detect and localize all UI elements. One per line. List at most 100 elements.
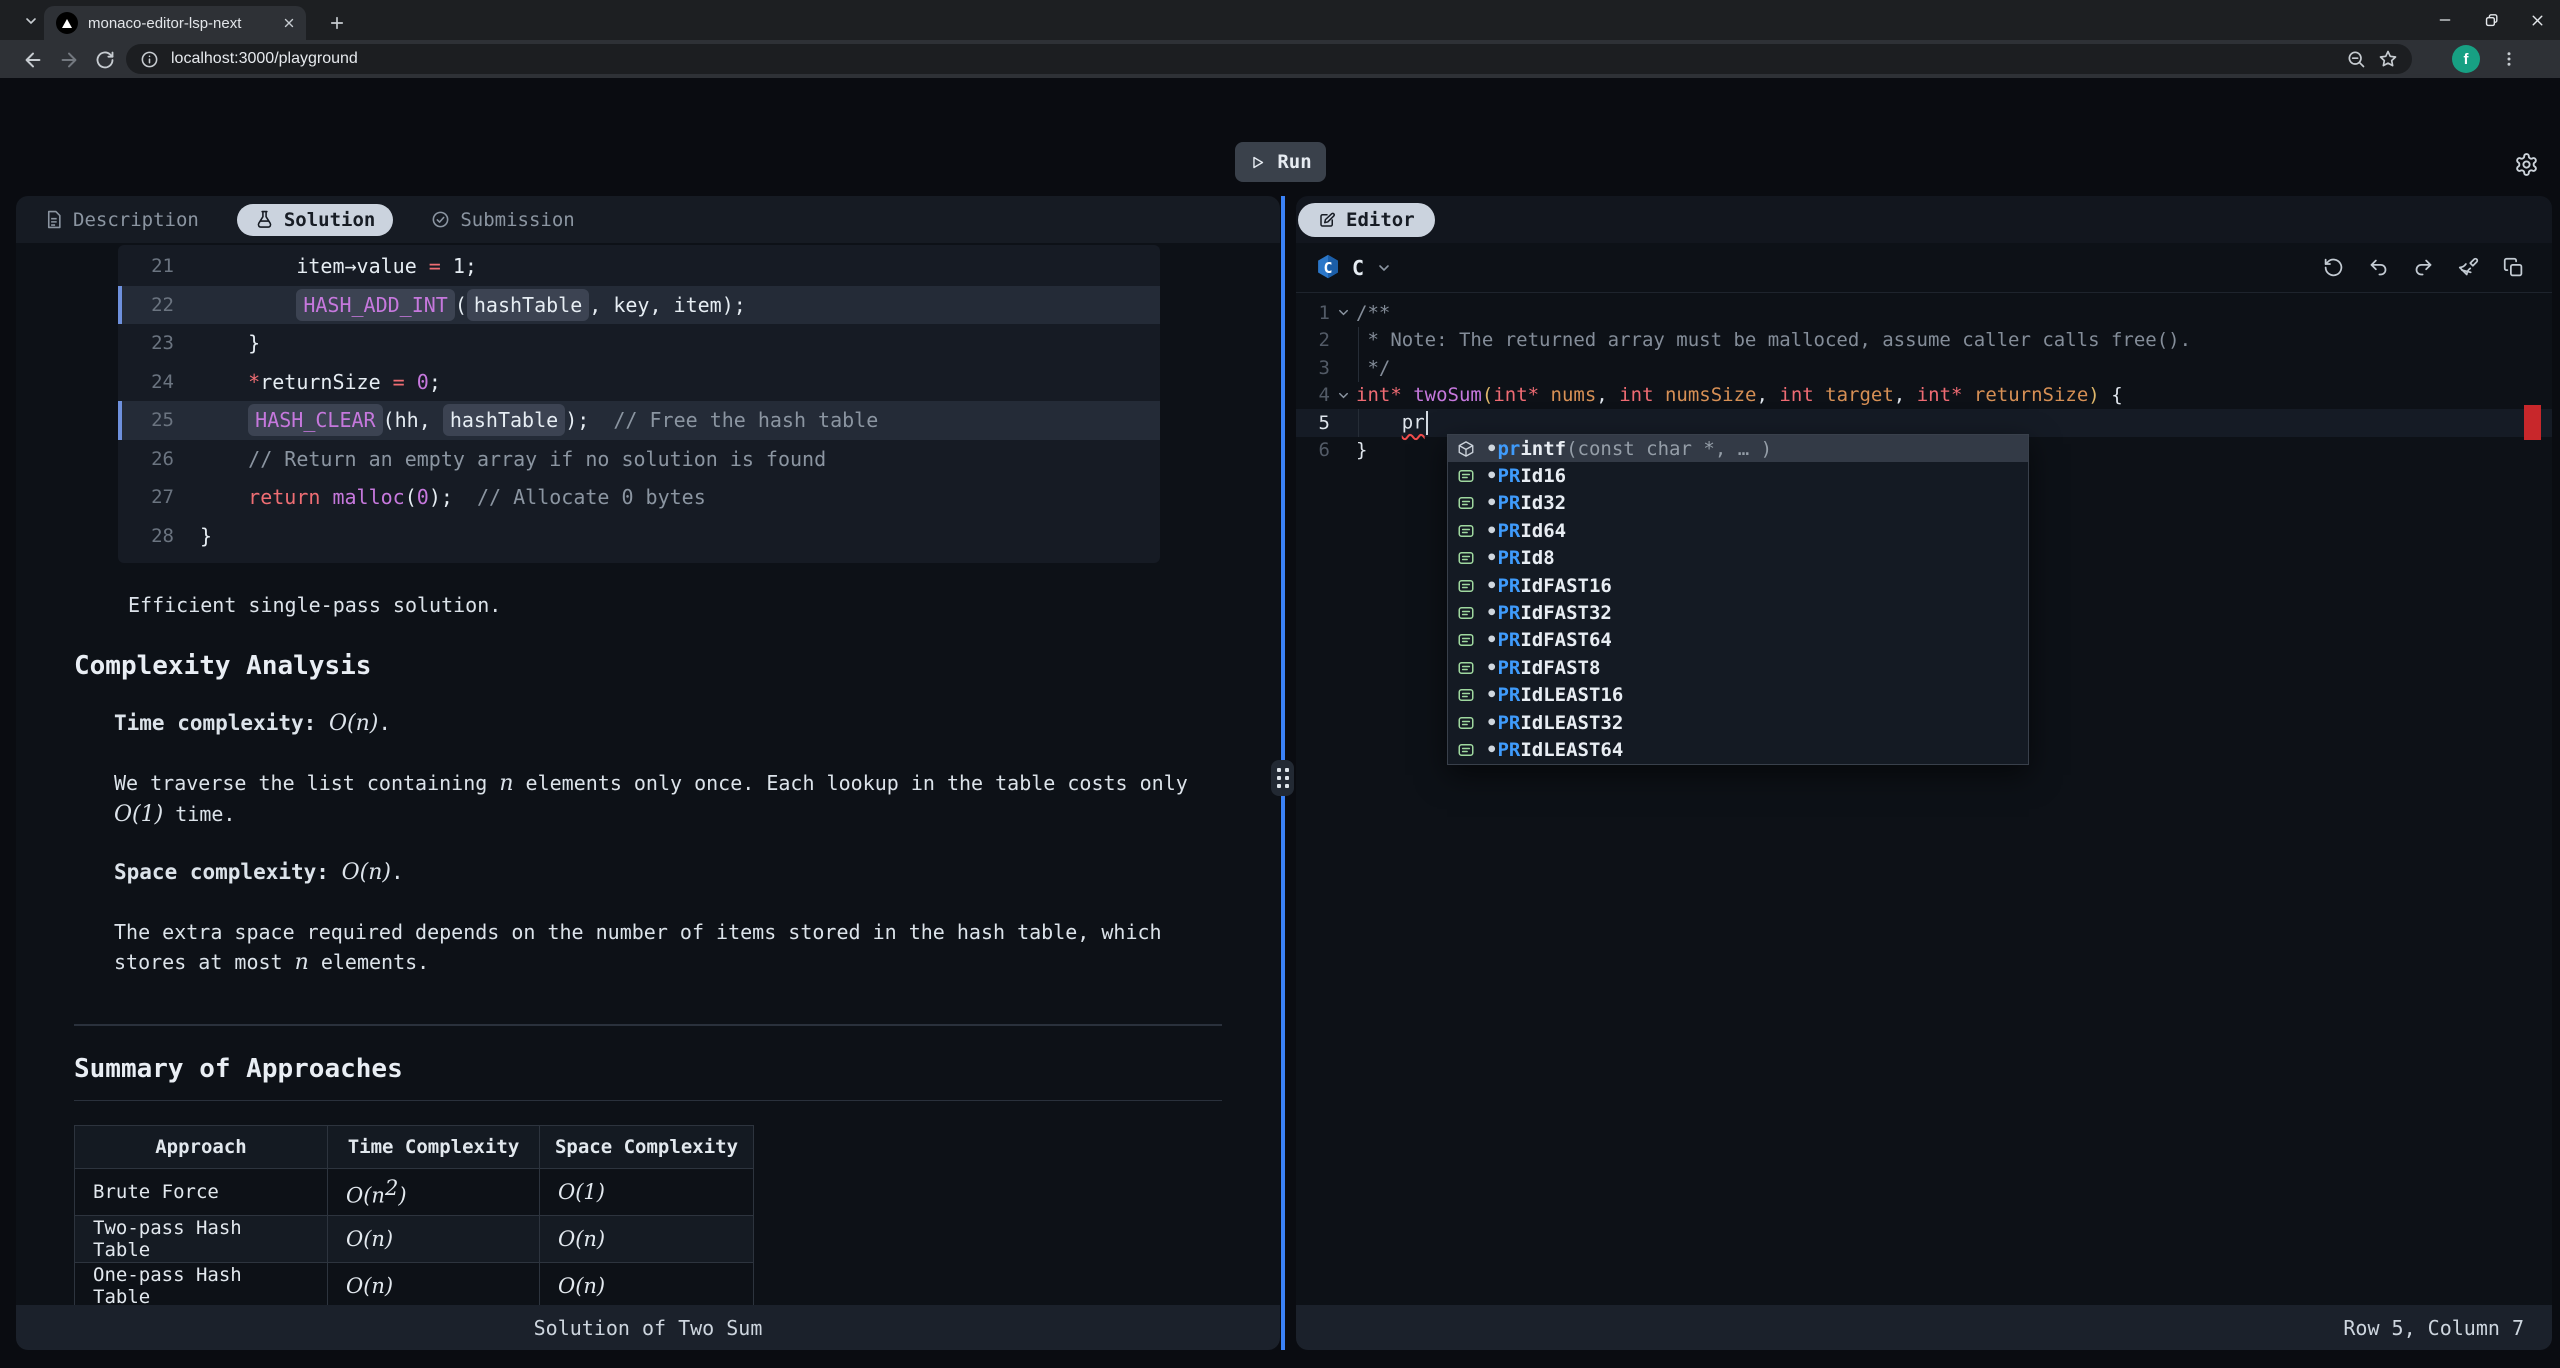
reload-button[interactable]	[92, 47, 118, 73]
editor-line[interactable]: 4int* twoSum(int* nums, int numsSize, in…	[1296, 382, 2552, 410]
window-restore-button[interactable]	[2468, 0, 2514, 40]
summary-heading: Summary of Approaches	[74, 1054, 1222, 1101]
tab-description[interactable]: Description	[44, 209, 199, 231]
fold-chevron-icon[interactable]	[1330, 388, 1356, 403]
line-number: 21	[122, 255, 174, 277]
restore-icon	[2483, 12, 2500, 29]
fold-chevron-icon[interactable]	[1330, 305, 1356, 320]
text-token: O(n)	[346, 1227, 393, 1251]
suggestion-label: •PRIdFAST32	[1486, 602, 1612, 624]
chevron-down-icon	[23, 13, 39, 29]
format-code-button[interactable]	[2458, 257, 2479, 278]
editor-line[interactable]: 1/**	[1296, 299, 2552, 327]
tab-editor[interactable]: Editor	[1298, 203, 1435, 237]
tab-title: monaco-editor-lsp-next	[88, 15, 272, 32]
line-number: 25	[122, 409, 174, 431]
table-row: Two-pass Hash Table O(n) O(n)	[75, 1216, 754, 1263]
suggestion-match-text: PR	[1497, 520, 1520, 542]
text-token	[405, 370, 417, 394]
tab-submission[interactable]: Submission	[431, 209, 574, 231]
table-cell: O(n)	[328, 1216, 540, 1263]
suggestion-item[interactable]: •PRIdFAST32	[1448, 599, 2028, 626]
text-token: Space complexity:	[114, 860, 329, 884]
suggestion-bullet: •	[1486, 492, 1497, 514]
enum-member-icon	[1455, 714, 1477, 732]
suggestion-item[interactable]: •PRId16	[1448, 462, 2028, 489]
suggestion-item[interactable]: •PRId64	[1448, 517, 2028, 544]
text-token: (	[1482, 384, 1493, 406]
language-selector[interactable]: C C	[1316, 254, 1392, 281]
new-tab-button[interactable]	[322, 8, 352, 38]
tab-close-button[interactable]	[282, 16, 296, 30]
suggestion-item[interactable]: •PRIdLEAST16	[1448, 682, 2028, 709]
zoom-out-indicator[interactable]	[2346, 49, 2366, 69]
editor-line-content: pr	[1356, 411, 1428, 435]
text-token: ,	[1756, 384, 1779, 406]
browser-tab[interactable]: monaco-editor-lsp-next	[44, 6, 306, 40]
text-token: ,	[1596, 384, 1619, 406]
brush-icon	[2458, 257, 2479, 278]
suggestion-item[interactable]: •printf(const char *, … )	[1448, 435, 2028, 462]
reload-icon	[95, 50, 115, 70]
problem-panel: Description Solution Submission 21 item→va…	[16, 196, 1280, 1350]
enum-member-icon	[1455, 577, 1477, 595]
text-token: }	[200, 331, 260, 355]
table-cell: O(n)	[540, 1216, 754, 1263]
run-button[interactable]: Run	[1235, 142, 1326, 182]
suggestion-item[interactable]: •PRIdFAST64	[1448, 627, 2028, 654]
browser-menu-button[interactable]	[2496, 46, 2522, 72]
line-content: item→value = 1;	[200, 254, 477, 278]
suggestion-item[interactable]: •PRId8	[1448, 545, 2028, 572]
text-token	[1654, 384, 1665, 406]
suggestion-item[interactable]: •PRIdFAST8	[1448, 654, 2028, 681]
text-token: O(1)	[558, 1180, 605, 1204]
table-header-row: ApproachTime ComplexitySpace Complexity	[75, 1126, 754, 1169]
suggestion-item[interactable]: •PRId32	[1448, 490, 2028, 517]
window-close-button[interactable]	[2514, 0, 2560, 40]
reset-code-button[interactable]	[2323, 257, 2344, 278]
profile-avatar[interactable]: f	[2452, 45, 2480, 73]
check-circle-icon	[431, 210, 450, 229]
address-bar[interactable]: localhost:3000/playground	[126, 44, 2412, 74]
editor-line[interactable]: 3 */	[1296, 354, 2552, 382]
suggestion-item[interactable]: •PRIdFAST16	[1448, 572, 2028, 599]
text-token: We traverse the list containing	[114, 771, 499, 795]
settings-button[interactable]	[2512, 150, 2540, 178]
error-overview-mark	[2524, 405, 2541, 440]
text-token: )	[2088, 384, 2099, 406]
table-cell: Two-pass Hash Table	[75, 1216, 328, 1263]
text-token	[1814, 384, 1825, 406]
copy-code-button[interactable]	[2503, 257, 2524, 278]
line-number: 24	[122, 371, 174, 393]
text-token	[1539, 384, 1550, 406]
editor-line-content: }	[1356, 439, 1367, 461]
undo-button[interactable]	[2368, 257, 2389, 278]
table-cell: Brute Force	[75, 1169, 328, 1216]
line-number: 27	[122, 486, 174, 508]
table-header-cell: Approach	[75, 1126, 328, 1169]
back-button[interactable]	[20, 47, 46, 73]
suggestion-item[interactable]: •PRIdLEAST32	[1448, 709, 2028, 736]
suggestion-label: •PRIdFAST64	[1486, 629, 1612, 651]
text-token: Two-pass Hash Table	[93, 1217, 242, 1261]
editor-tools	[2323, 257, 2532, 278]
forward-button[interactable]	[56, 47, 82, 73]
bookmark-button[interactable]	[2378, 49, 2398, 69]
text-token: // Return an empty array if no solution …	[248, 447, 826, 471]
redo-button[interactable]	[2413, 257, 2434, 278]
code-line: 23 }	[118, 324, 1160, 363]
suggestion-label: •PRIdLEAST32	[1486, 712, 1623, 734]
plus-icon	[328, 14, 346, 32]
suggestion-label: •PRId8	[1486, 547, 1555, 569]
divider-drag-handle[interactable]	[1271, 760, 1294, 796]
site-info-icon[interactable]	[140, 50, 159, 69]
editor-line-content: * Note: The returned array must be mallo…	[1356, 329, 2191, 351]
text-token	[200, 447, 248, 471]
window-minimize-button[interactable]	[2422, 0, 2468, 40]
text-token: target	[1825, 384, 1894, 406]
tab-solution[interactable]: Solution	[237, 204, 394, 236]
tab-label: Description	[73, 209, 199, 231]
editor-line[interactable]: 2 * Note: The returned array must be mal…	[1296, 327, 2552, 355]
editor-line[interactable]: 5 pr	[1296, 409, 2552, 437]
suggestion-item[interactable]: •PRIdLEAST64	[1448, 736, 2028, 763]
